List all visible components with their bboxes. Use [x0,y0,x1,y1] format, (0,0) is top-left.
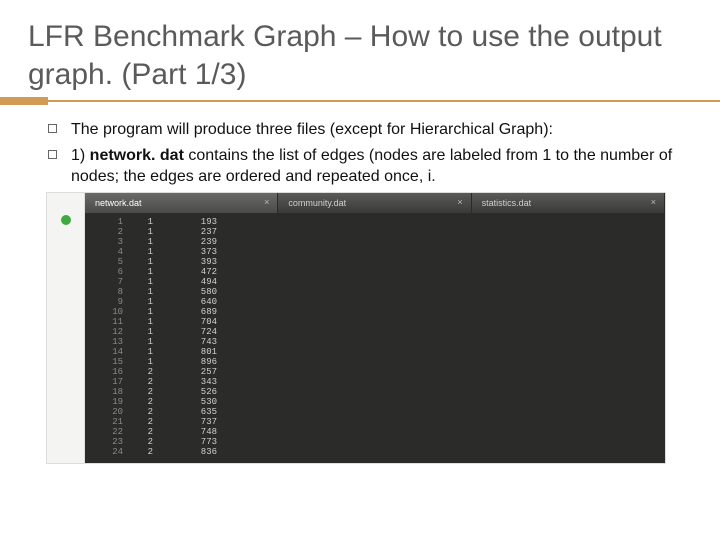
line-number: 8 [85,287,123,297]
line-number: 7 [85,277,123,287]
edge-col-b: 801 [171,347,217,357]
edge-col-b: 896 [171,357,217,367]
edge-col-a: 2 [131,407,153,417]
edge-col-b: 743 [171,337,217,347]
edge-col-a: 1 [131,277,153,287]
edge-col-b: 580 [171,287,217,297]
slide-title: LFR Benchmark Graph – How to use the out… [28,18,692,93]
editor-tab[interactable]: network.dat × [85,193,278,213]
edge-col-a: 1 [131,237,153,247]
line-number: 3 [85,237,123,247]
editor-tab[interactable]: statistics.dat × [472,193,665,213]
edge-col-b: 373 [171,247,217,257]
edge-col-a: 2 [131,417,153,427]
edge-col-b: 393 [171,257,217,267]
edge-col-b: 836 [171,447,217,457]
edge-col-a: 1 [131,267,153,277]
line-number: 9 [85,297,123,307]
line-number: 23 [85,437,123,447]
edge-col-b: 640 [171,297,217,307]
line-number: 17 [85,377,123,387]
edge-col-a: 1 [131,287,153,297]
close-icon[interactable]: × [651,197,656,207]
line-number: 19 [85,397,123,407]
status-dot-icon [61,215,71,225]
edge-col-a: 1 [131,307,153,317]
edge-col-b: 472 [171,267,217,277]
title-divider [0,97,720,105]
edge-col-b: 239 [171,237,217,247]
content-area: The program will produce three files (ex… [28,119,692,464]
line-number: 1 [85,217,123,227]
line-number: 18 [85,387,123,397]
edge-col-b: 526 [171,387,217,397]
editor-tab[interactable]: community.dat × [278,193,471,213]
tab-bar: network.dat×community.dat×statistics.dat… [85,193,665,213]
edge-col-a: 1 [131,317,153,327]
slide: LFR Benchmark Graph – How to use the out… [0,0,720,464]
edge-col-b: 689 [171,307,217,317]
line-number: 22 [85,427,123,437]
line-number: 16 [85,367,123,377]
bullet-item: 1) network. dat contains the list of edg… [48,145,692,188]
line-number: 24 [85,447,123,457]
line-number: 4 [85,247,123,257]
line-number: 2 [85,227,123,237]
line-number: 15 [85,357,123,367]
line-number: 12 [85,327,123,337]
edge-col-b: 494 [171,277,217,287]
tab-label: network.dat [95,198,142,208]
edge-col-a: 2 [131,377,153,387]
tab-label: statistics.dat [482,198,532,208]
edge-col-a: 1 [131,217,153,227]
edge-col-b: 343 [171,377,217,387]
editor-side-strip [47,193,85,463]
edge-col-b: 773 [171,437,217,447]
edge-col-b: 193 [171,217,217,227]
edge-col-a: 2 [131,387,153,397]
edge-col-a: 2 [131,447,153,457]
bullet-marker-icon [48,124,57,133]
edge-col-a: 1 [131,347,153,357]
bullet-marker-icon [48,150,57,159]
line-number: 10 [85,307,123,317]
tab-label: community.dat [288,198,346,208]
line-number: 21 [85,417,123,427]
close-icon[interactable]: × [264,197,269,207]
line-number: 20 [85,407,123,417]
edge-col-b: 704 [171,317,217,327]
editor-screenshot: network.dat×community.dat×statistics.dat… [46,192,666,464]
edge-col-a: 1 [131,357,153,367]
edge-col-a: 1 [131,327,153,337]
code-columns: 111111111111111222222222 193237239373393… [131,213,221,463]
bullet-text: The program will produce three files (ex… [71,119,553,141]
edge-col-a: 2 [131,427,153,437]
edge-col-a: 1 [131,227,153,237]
bullet-text: 1) network. dat contains the list of edg… [71,145,692,188]
code-area: 123456789101112131415161718192021222324 … [85,213,665,463]
edge-col-a: 2 [131,437,153,447]
edge-col-b: 724 [171,327,217,337]
edge-col-a: 2 [131,397,153,407]
line-number: 13 [85,337,123,347]
bullet-item: The program will produce three files (ex… [48,119,692,141]
line-gutter: 123456789101112131415161718192021222324 [85,213,131,463]
edge-col-a: 1 [131,257,153,267]
line-number: 11 [85,317,123,327]
edge-col-b: 257 [171,367,217,377]
edge-col-b: 237 [171,227,217,237]
edge-col-b: 737 [171,417,217,427]
line-number: 6 [85,267,123,277]
edge-col-b: 635 [171,407,217,417]
edge-col-a: 1 [131,247,153,257]
edge-col-a: 1 [131,337,153,347]
line-number: 14 [85,347,123,357]
edge-col-b: 748 [171,427,217,437]
edge-col-a: 2 [131,367,153,377]
close-icon[interactable]: × [457,197,462,207]
line-number: 5 [85,257,123,267]
edge-col-a: 1 [131,297,153,307]
edge-col-b: 530 [171,397,217,407]
